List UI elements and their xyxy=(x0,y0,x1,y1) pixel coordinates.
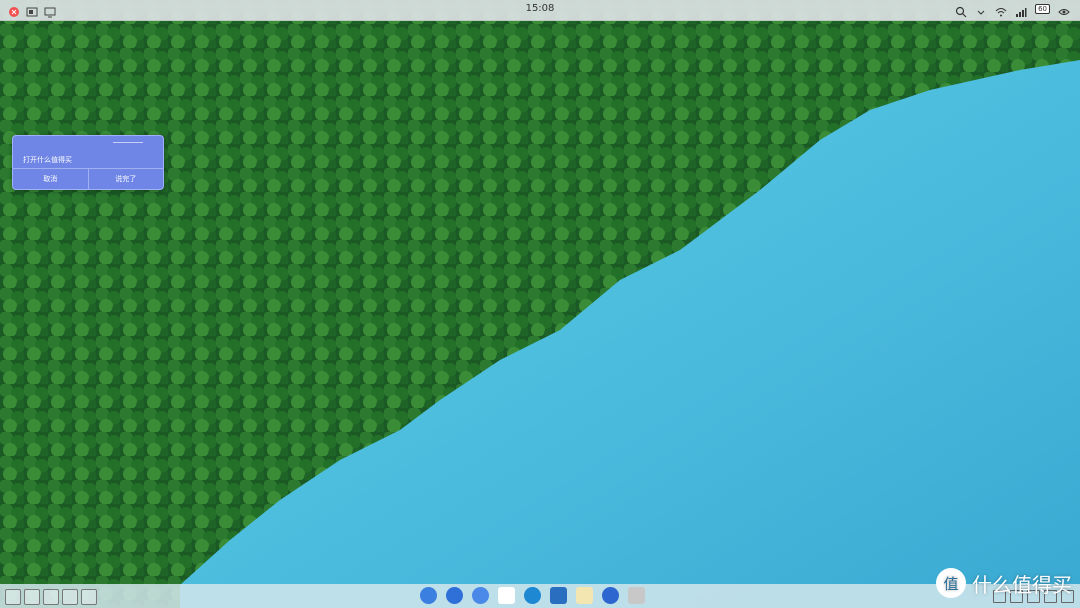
eye-icon[interactable] xyxy=(1058,3,1070,15)
app-dock xyxy=(420,587,645,604)
voice-dialog: 打开什么值得买 取消 说完了 xyxy=(12,135,164,190)
cancel-button[interactable]: 取消 xyxy=(13,169,88,189)
battery-indicator: 60 xyxy=(1035,4,1050,14)
dialog-message: 打开什么值得买 xyxy=(23,156,72,164)
site-watermark: 值 什么值得买 xyxy=(936,568,1072,598)
watermark-text: 什么值得买 xyxy=(972,572,1072,597)
photos-app-icon[interactable] xyxy=(550,587,567,604)
settings-icon[interactable] xyxy=(5,589,21,605)
search-icon[interactable] xyxy=(955,3,967,18)
chat-app-icon[interactable] xyxy=(446,587,463,604)
wifi-icon[interactable] xyxy=(995,3,1007,17)
taskbar-left-tools xyxy=(5,589,97,605)
signal-icon xyxy=(1015,3,1027,17)
trash-icon[interactable] xyxy=(628,587,645,604)
top-right-icons: 60 xyxy=(955,3,1070,18)
toggle-icon[interactable] xyxy=(62,589,78,605)
dialog-buttons: 取消 说完了 xyxy=(13,168,163,189)
settings-app-icon[interactable] xyxy=(602,587,619,604)
dialog-grip xyxy=(113,142,143,143)
done-button[interactable]: 说完了 xyxy=(87,169,164,189)
top-status-bar: 15:08 60 xyxy=(0,0,1080,21)
copy-icon[interactable] xyxy=(24,589,40,605)
browser-app-icon[interactable] xyxy=(524,587,541,604)
notes-app-icon[interactable] xyxy=(576,587,593,604)
desktop-wallpaper xyxy=(0,0,1080,608)
desktop-app-icon[interactable] xyxy=(420,587,437,604)
clock: 15:08 xyxy=(525,3,555,14)
chevron-down-icon[interactable] xyxy=(975,3,987,15)
watermark-logo: 值 xyxy=(936,568,966,598)
grid-app-icon[interactable] xyxy=(472,587,489,604)
files-app-icon[interactable] xyxy=(498,587,515,604)
record-icon[interactable] xyxy=(81,589,97,605)
window-switch-icon[interactable] xyxy=(43,589,59,605)
bottom-taskbar xyxy=(0,584,1080,608)
